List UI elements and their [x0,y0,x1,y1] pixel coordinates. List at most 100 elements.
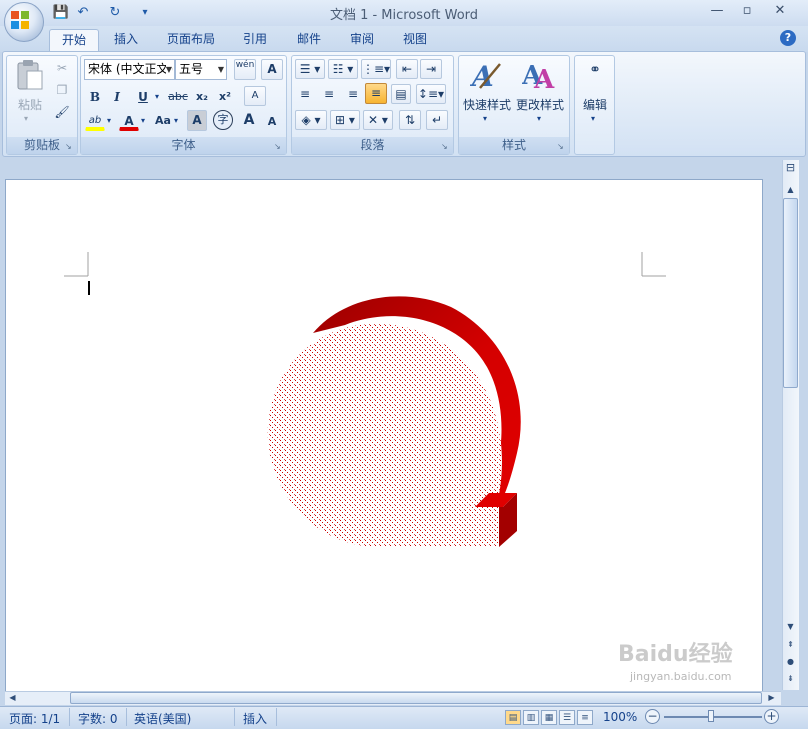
grow-font-icon[interactable]: A [239,110,259,130]
show-marks-icon[interactable]: ↵ [426,110,448,130]
change-styles-button-label[interactable]: 更改样式 [514,96,566,113]
character-shading-icon[interactable]: A [187,110,207,131]
multilevel-list-icon[interactable]: ⋮≡▾ [361,59,391,79]
bold-button[interactable]: B [85,87,105,107]
dialog-launcher-icon[interactable]: ↘ [557,142,566,151]
zoom-slider-thumb[interactable] [708,710,714,722]
tab-home[interactable]: 开始 [49,29,100,51]
tab-references[interactable]: 引用 [231,29,279,51]
paste-button-label[interactable]: 粘贴 [12,96,48,113]
change-case-dropdown-icon[interactable]: ▾ [174,116,178,125]
enclose-characters-icon[interactable]: 字 [213,110,233,130]
find-binoculars-icon: ⚭ [589,62,601,78]
help-icon[interactable]: ? [780,30,796,46]
asian-layout-icon[interactable]: ✕ ▾ [363,110,393,130]
print-layout-view-icon[interactable]: ▤ [505,710,521,725]
paste-dropdown-icon[interactable]: ▾ [24,114,28,123]
web-layout-view-icon[interactable]: ▦ [541,710,557,725]
tab-review[interactable]: 审阅 [338,29,386,51]
font-color-dropdown-icon[interactable]: ▾ [141,116,145,125]
ruler-toggle-icon[interactable]: ⊟ [783,161,798,175]
svg-text:A: A [533,65,555,92]
align-left-icon[interactable]: ≡ [295,84,315,104]
vertical-scroll-thumb[interactable] [783,198,798,388]
pinyin-guide-icon[interactable]: wén [234,59,256,80]
paragraph-group-label: 段落 [292,137,453,154]
align-right-icon[interactable]: ≡ [343,84,363,104]
borders-icon[interactable]: ⊞ ▾ [330,110,360,130]
scroll-right-icon[interactable]: ▶ [764,691,779,705]
close-button[interactable]: ✕ [766,2,794,20]
editing-dropdown-icon[interactable]: ▾ [591,114,595,123]
font-size-value: 五号 [179,62,204,76]
superscript-button[interactable]: x² [215,87,235,107]
horizontal-scroll-thumb[interactable] [70,692,762,704]
language-status[interactable]: 英语(美国) [134,710,191,727]
change-styles-icon[interactable]: A A [522,58,556,92]
arc-face [267,323,502,547]
strikethrough-button[interactable]: abc [166,87,190,107]
paste-icon[interactable] [14,58,46,92]
increase-indent-icon[interactable]: ⇥ [420,59,442,79]
full-screen-reading-view-icon[interactable]: ▥ [523,710,539,725]
cut-icon[interactable]: ✂ [52,58,72,78]
draft-view-icon[interactable]: ≡ [577,710,593,725]
highlight-icon[interactable]: ab [85,111,105,131]
red-3d-arc-shape[interactable] [255,285,530,555]
status-separator [69,708,70,726]
decrease-indent-icon[interactable]: ⇤ [396,59,418,79]
font-name-combo[interactable]: 宋体 (中文正文) ▼ [84,59,175,80]
insert-mode-status[interactable]: 插入 [243,710,267,727]
zoom-in-button[interactable]: + [764,709,779,724]
font-group-label: 字体 [81,137,286,154]
character-border-icon[interactable]: A [261,59,283,80]
page-count-status[interactable]: 页面: 1/1 [9,710,60,727]
scroll-down-icon[interactable]: ▼ [783,620,798,634]
underline-dropdown-icon[interactable]: ▾ [155,92,159,101]
italic-button[interactable]: I [107,87,127,107]
scroll-left-icon[interactable]: ◀ [5,691,20,705]
zoom-level[interactable]: 100% [603,710,637,724]
format-painter-icon[interactable]: 🖌 [52,102,72,122]
minimize-button[interactable]: — [703,2,731,20]
tab-mailings[interactable]: 邮件 [285,29,333,51]
distributed-icon[interactable]: ▤ [391,84,411,104]
shading-icon[interactable]: ◈ ▾ [295,110,327,130]
highlight-dropdown-icon[interactable]: ▾ [107,116,111,125]
quick-styles-button-label[interactable]: 快速样式 [461,96,513,113]
zoom-out-button[interactable]: − [645,709,660,724]
change-styles-dropdown-icon[interactable]: ▾ [537,114,541,123]
copy-icon[interactable]: ❐ [52,80,72,100]
tab-insert[interactable]: 插入 [102,29,150,51]
subscript-button[interactable]: x₂ [192,87,212,107]
next-page-icon[interactable]: ⇟ [783,672,798,686]
font-size-combo[interactable]: 五号 ▼ [175,59,227,80]
word-count-status[interactable]: 字数: 0 [78,710,118,727]
status-separator [276,708,277,726]
align-center-icon[interactable]: ≡ [319,84,339,104]
shrink-font-icon[interactable]: A [262,112,282,132]
line-spacing-icon[interactable]: ↕≡▾ [416,84,446,104]
text-cursor [88,281,90,295]
dialog-launcher-icon[interactable]: ↘ [274,142,283,151]
tab-view[interactable]: 视图 [391,29,439,51]
numbering-icon[interactable]: ☷ ▾ [328,59,358,79]
scroll-up-icon[interactable]: ▲ [783,183,798,197]
outline-view-icon[interactable]: ☰ [559,710,575,725]
change-case-icon[interactable]: Aa [152,111,174,131]
font-color-icon[interactable]: A [119,111,139,131]
quick-styles-dropdown-icon[interactable]: ▾ [483,114,487,123]
justify-icon[interactable]: ≡ [365,83,387,104]
underline-button[interactable]: U [133,87,153,107]
dialog-launcher-icon[interactable]: ↘ [65,142,74,151]
bullets-icon[interactable]: ☰ ▾ [295,59,325,79]
previous-page-icon[interactable]: ⇞ [783,638,798,652]
browse-object-icon[interactable]: ● [783,655,798,669]
sort-icon[interactable]: ⇅ [399,110,421,130]
editing-button-label[interactable]: 编辑 [576,96,614,113]
dialog-launcher-icon[interactable]: ↘ [441,142,450,151]
tab-page-layout[interactable]: 页面布局 [155,29,227,51]
quick-styles-icon[interactable]: A [470,58,504,92]
maximize-button[interactable]: ▫ [733,2,761,20]
clear-formatting-icon[interactable]: A [244,86,266,106]
